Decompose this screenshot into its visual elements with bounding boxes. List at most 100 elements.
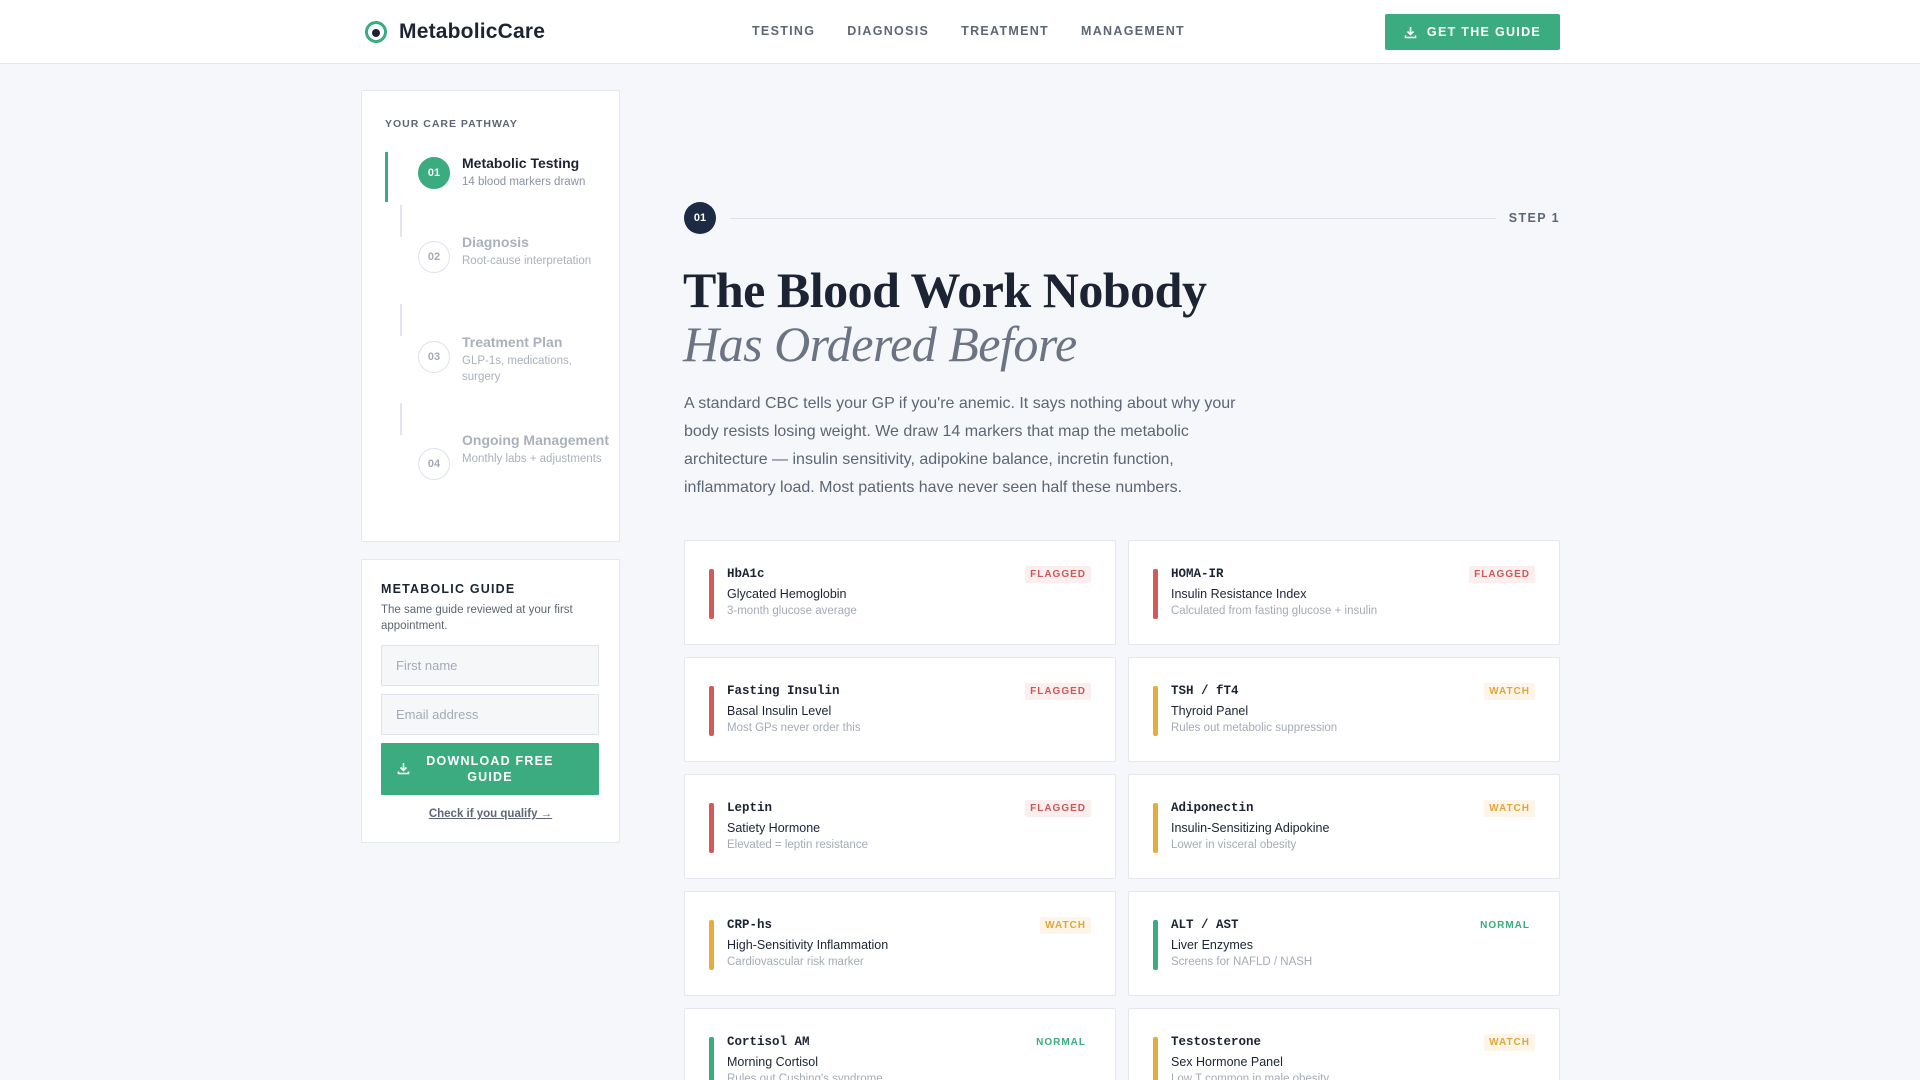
marker-name: High-Sensitivity Inflammation [727, 938, 889, 952]
marker-status-badge: WATCH [1484, 800, 1535, 817]
step-label: STEP 1 [1508, 211, 1560, 225]
nav-diagnosis[interactable]: DIAGNOSIS [847, 24, 929, 38]
marker-code: Leptin [727, 801, 773, 815]
marker-status-bar [709, 686, 714, 736]
marker-status-badge: FLAGGED [1025, 683, 1091, 700]
marker-status-badge: WATCH [1484, 1034, 1535, 1051]
guide-title: METABOLIC GUIDE [381, 582, 516, 596]
step-subtitle: GLP-1s, medications, surgery [462, 355, 572, 383]
marker-card[interactable]: Fasting Insulin Basal Insulin Level Most G… [684, 657, 1116, 762]
marker-status-bar [1153, 920, 1158, 970]
step-subtitle: 14 blood markers drawn [462, 176, 586, 188]
get-guide-button[interactable]: GET THE GUIDE [1385, 14, 1560, 50]
marker-name: Satiety Hormone [727, 821, 821, 835]
marker-status-bar [1153, 1037, 1158, 1080]
nav-management[interactable]: MANAGEMENT [1081, 24, 1185, 38]
intro-paragraph: A standard CBC tells your GP if you're a… [684, 395, 1236, 496]
metabolic-guide-card: METABOLIC GUIDE The same guide reviewed … [361, 559, 620, 843]
marker-code: CRP-hs [727, 918, 773, 932]
nav-treatment[interactable]: TREATMENT [961, 24, 1049, 38]
get-guide-label: GET THE GUIDE [1426, 25, 1542, 39]
step-connector [400, 403, 402, 435]
marker-status-bar [709, 569, 714, 619]
marker-name: Sex Hormone Panel [1171, 1055, 1283, 1069]
marker-status-badge: FLAGGED [1469, 566, 1535, 583]
marker-name: Insulin Resistance Index [1171, 587, 1307, 601]
step-title: Metabolic Testing [462, 155, 580, 171]
step-divider [730, 218, 1496, 219]
marker-name: Insulin-Sensitizing Adipokine [1171, 821, 1330, 835]
marker-status-badge: NORMAL [1480, 920, 1530, 931]
marker-status-bar [709, 803, 714, 853]
marker-status-bar [709, 920, 714, 970]
marker-note: Calculated from fasting glucose + insuli… [1171, 605, 1378, 617]
marker-card[interactable]: HOMA-IR Insulin Resistance Index Calculate… [1128, 540, 1560, 645]
step-number: 04 [418, 448, 450, 480]
care-pathway-card: YOUR CARE PATHWAY 01 Metabolic Testing 1… [361, 90, 620, 542]
first-name-input[interactable] [381, 645, 599, 686]
step-badge: 01 [684, 202, 716, 234]
marker-note: Lower in visceral obesity [1171, 839, 1297, 851]
marker-name: Glycated Hemoglobin [727, 587, 847, 601]
nav-testing[interactable]: TESTING [752, 24, 815, 38]
marker-name: Thyroid Panel [1171, 704, 1249, 718]
step-title: Ongoing Management [462, 432, 609, 448]
guide-description: The same guide reviewed at your first ap… [381, 604, 573, 632]
marker-card[interactable]: TSH / fT4 Thyroid Panel Rules out metaboli… [1128, 657, 1560, 762]
top-nav-bar: MetabolicCare TESTING DIAGNOSIS TREATMEN… [0, 0, 1920, 64]
marker-card[interactable]: ALT / AST Liver Enzymes Screens for NAFLD … [1128, 891, 1560, 996]
marker-note: Most GPs never order this [727, 722, 861, 734]
marker-status-bar [1153, 686, 1158, 736]
marker-code: ALT / AST [1171, 918, 1239, 932]
step-number: 02 [418, 241, 450, 273]
step-subtitle: Root-cause interpretation [462, 255, 592, 267]
marker-code: Testosterone [1171, 1035, 1262, 1049]
page-headline-italic: Has Ordered Before [683, 316, 1077, 372]
step-connector [400, 205, 402, 237]
brand-name: MetabolicCare [399, 20, 546, 43]
marker-status-badge: WATCH [1484, 683, 1535, 700]
marker-note: Cardiovascular risk marker [727, 956, 864, 968]
marker-status-bar [1153, 569, 1158, 619]
check-qualify-link[interactable]: Check if you qualify → [362, 808, 619, 820]
email-input[interactable] [381, 694, 599, 735]
download-guide-label: DOWNLOAD FREE GUIDE [426, 754, 554, 784]
marker-code: HOMA-IR [1171, 567, 1224, 581]
marker-code: Fasting Insulin [727, 684, 840, 698]
step-title: Treatment Plan [462, 334, 563, 350]
step-number: 01 [418, 157, 450, 189]
download-guide-button[interactable]: DOWNLOAD FREE GUIDE [381, 743, 599, 795]
marker-note: Rules out Cushing's syndrome [727, 1073, 883, 1080]
marker-status-badge: FLAGGED [1025, 566, 1091, 583]
pathway-title: YOUR CARE PATHWAY [385, 118, 518, 130]
marker-card[interactable]: CRP-hs High-Sensitivity Inflammation Cardi… [684, 891, 1116, 996]
marker-status-badge: FLAGGED [1025, 800, 1091, 817]
brand[interactable]: MetabolicCare [365, 20, 545, 44]
marker-card[interactable]: HbA1c Glycated Hemoglobin 3-month glucose … [684, 540, 1116, 645]
logo-icon [365, 21, 387, 43]
step-connector [400, 304, 402, 336]
page-headline: The Blood Work Nobody [683, 262, 1207, 318]
marker-note: Elevated = leptin resistance [727, 839, 868, 851]
marker-card[interactable]: Leptin Satiety Hormone Elevated = leptin r… [684, 774, 1116, 879]
marker-card[interactable]: Testosterone Sex Hormone Panel Low T commo… [1128, 1008, 1560, 1080]
step-title: Diagnosis [462, 234, 529, 250]
marker-note: Rules out metabolic suppression [1171, 722, 1338, 734]
main-nav: TESTING DIAGNOSIS TREATMENT MANAGEMENT [752, 24, 1185, 38]
step-number: 03 [418, 341, 450, 373]
marker-code: HbA1c [727, 567, 765, 581]
step-subtitle: Monthly labs + adjustments [462, 453, 602, 465]
marker-status-badge: NORMAL [1036, 1037, 1086, 1048]
marker-note: Screens for NAFLD / NASH [1171, 956, 1313, 968]
marker-card[interactable]: Cortisol AM Morning Cortisol Rules out Cus… [684, 1008, 1116, 1080]
marker-note: 3-month glucose average [727, 605, 857, 617]
marker-status-badge: WATCH [1040, 917, 1091, 934]
marker-code: TSH / fT4 [1171, 684, 1239, 698]
marker-note: Low T common in male obesity [1171, 1073, 1330, 1080]
marker-status-bar [1153, 803, 1158, 853]
marker-name: Basal Insulin Level [727, 704, 832, 718]
marker-status-bar [709, 1037, 714, 1080]
marker-code: Adiponectin [1171, 801, 1254, 815]
marker-name: Liver Enzymes [1171, 938, 1253, 952]
marker-card[interactable]: Adiponectin Insulin-Sensitizing Adipokine… [1128, 774, 1560, 879]
